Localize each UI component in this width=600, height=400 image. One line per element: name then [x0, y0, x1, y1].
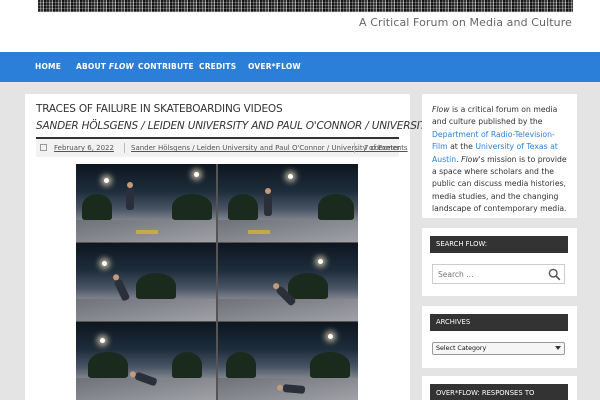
- search-icon: [548, 268, 561, 281]
- nav-item-contribute[interactable]: CONTRIBUTE: [138, 52, 194, 82]
- search-widget: SEARCH FLOW:: [422, 228, 577, 296]
- category-select-value: Select Category: [436, 345, 487, 352]
- nav-item-label: ABOUT: [76, 62, 107, 71]
- photo-frame: [76, 243, 216, 321]
- widget-title: OVER*FLOW: RESPONSES TO BREAKING TV & ME…: [430, 384, 568, 400]
- main-nav: HOME ABOUT FLOW CONTRIBUTE CREDITS OVER*…: [0, 52, 600, 82]
- post-date-link[interactable]: February 6, 2022: [54, 144, 114, 152]
- post-meta-bar: February 6, 2022 Sander Hölsgens / Leide…: [36, 137, 408, 157]
- chevron-down-icon: [555, 346, 561, 350]
- site-tagline: A Critical Forum on Media and Culture: [358, 16, 572, 29]
- flow-name: Flow: [461, 154, 479, 164]
- about-text: is a critical forum on media and culture…: [432, 105, 558, 127]
- nav-item-credits[interactable]: CREDITS: [199, 52, 236, 82]
- post-comments-link[interactable]: 7 comments: [364, 144, 408, 152]
- about-text: at the: [447, 142, 476, 152]
- photo-frame: [76, 164, 216, 242]
- photo-frame: [218, 322, 358, 400]
- post-author-link[interactable]: Sander Hölsgens / Leiden University and …: [131, 144, 401, 152]
- flow-name: Flow: [432, 105, 450, 114]
- search-input[interactable]: [433, 265, 543, 283]
- nav-item-label: HOME: [35, 62, 62, 71]
- search-button[interactable]: [548, 268, 561, 281]
- about-widget: Flow is a critical forum on media and cu…: [422, 94, 577, 218]
- post-title[interactable]: TRACES OF FAILURE IN SKATEBOARDING VIDEO…: [36, 103, 283, 115]
- calendar-icon: [40, 144, 47, 151]
- photo-frame: [218, 243, 358, 321]
- nav-item-home[interactable]: HOME: [35, 52, 61, 82]
- post-featured-image[interactable]: [76, 164, 358, 400]
- category-select[interactable]: Select Category: [432, 342, 565, 355]
- nav-item-label-italic: FLOW: [108, 62, 135, 71]
- photo-frame: [218, 164, 358, 242]
- site-banner-image[interactable]: [38, 0, 573, 12]
- widget-title: ARCHIVES: [430, 314, 568, 331]
- search-box: [432, 264, 565, 284]
- photo-frame: [76, 322, 216, 400]
- site-header: A Critical Forum on Media and Culture: [0, 0, 600, 52]
- post-card: TRACES OF FAILURE IN SKATEBOARDING VIDEO…: [25, 94, 492, 400]
- nav-item-label: CREDITS: [199, 62, 237, 71]
- archives-widget: ARCHIVES Select Category: [422, 306, 577, 368]
- nav-item-label: CONTRIBUTE: [138, 62, 194, 71]
- meta-divider: [354, 143, 355, 153]
- meta-divider: [124, 143, 125, 153]
- nav-item-label: OVER*FLOW: [248, 62, 301, 71]
- nav-item-about[interactable]: ABOUT FLOW: [76, 52, 134, 82]
- nav-item-overflow[interactable]: OVER*FLOW: [248, 52, 301, 82]
- widget-title: SEARCH FLOW:: [430, 236, 568, 253]
- overflow-widget: OVER*FLOW: RESPONSES TO BREAKING TV & ME…: [422, 376, 577, 400]
